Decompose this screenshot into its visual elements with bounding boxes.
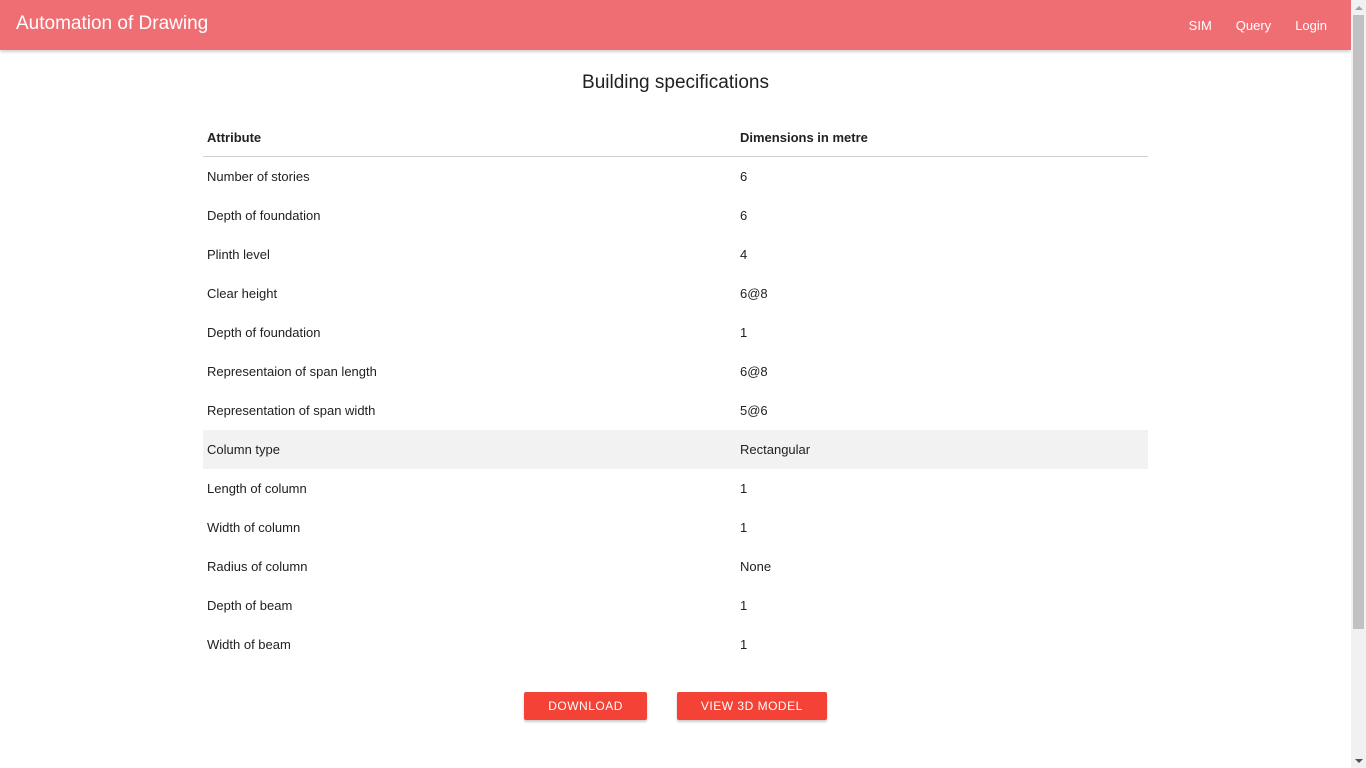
table-row: Representaion of span length 6@8 [203,352,1148,391]
dimension-cell: 5@6 [740,403,768,418]
column-header-attribute: Attribute [203,118,736,157]
table-row: Length of column 1 [203,469,1148,508]
attribute-cell: Depth of foundation [207,208,321,223]
table-row: Plinth level 4 [203,235,1148,274]
specifications-table: Attribute Dimensions in metre Number of … [203,118,1148,664]
attribute-cell: Depth of foundation [207,325,321,340]
attribute-cell: Number of stories [207,169,310,184]
attribute-cell: Width of column [207,520,301,535]
table-row: Radius of column None [203,547,1148,586]
table-body: Number of stories 6 Depth of foundation 6 Pl… [203,157,1148,665]
table-row: Width of beam 1 [203,625,1148,664]
table-header-row: Attribute Dimensions in metre [203,118,1148,157]
column-header-dimensions: Dimensions in metre [736,118,1148,157]
vertical-scrollbar[interactable] [1351,0,1366,768]
dimension-cell: None [740,559,772,574]
dimension-cell: 6@8 [740,364,768,379]
dimension-cell: 1 [740,520,748,535]
dimension-cell: Rectangular [736,430,1148,469]
table-row: Depth of foundation 1 [203,313,1148,352]
attribute-cell: Plinth level [207,247,270,262]
dimension-cell: 6@8 [740,286,768,301]
download-button[interactable]: DOWNLOAD [524,692,647,720]
scroll-up-arrow-icon[interactable] [1351,0,1366,15]
dimension-cell: 1 [740,481,748,496]
brand-logo-link[interactable]: Automation of Drawing [16,13,208,35]
page-viewport: Automation of Drawing SIM Query Login Bu… [0,0,1351,768]
nav-link-sim[interactable]: SIM [1177,18,1224,33]
table-row: Depth of beam 1 [203,586,1148,625]
nav-link-login[interactable]: Login [1283,18,1339,33]
table-row: Width of column 1 [203,508,1148,547]
attribute-cell: Width of beam [207,637,291,652]
table-row: Column type Rectangular [203,430,1148,469]
attribute-cell: Length of column [207,481,307,496]
dimension-cell: 6 [740,208,748,223]
table-row: Depth of foundation 6 [203,196,1148,235]
scrollbar-thumb[interactable] [1353,15,1364,629]
attribute-cell: Representation of span width [207,403,376,418]
view-3d-model-button[interactable]: VIEW 3D MODEL [676,692,827,720]
attribute-cell: Radius of column [207,559,308,574]
attribute-cell: Depth of beam [207,598,293,613]
top-navbar: Automation of Drawing SIM Query Login [0,0,1351,50]
page-title: Building specifications [582,72,769,93]
nav-link-query[interactable]: Query [1224,18,1283,33]
dimension-cell: 1 [740,325,748,340]
attribute-cell: Clear height [207,286,278,301]
table-row: Number of stories 6 [203,157,1148,197]
dimension-cell: 4 [740,247,748,262]
attribute-cell: Column type [203,430,736,469]
scroll-down-arrow-icon[interactable] [1351,753,1366,768]
nav-links: SIM Query Login [1177,0,1339,50]
action-buttons: DOWNLOAD VIEW 3D MODEL [0,692,1351,720]
dimension-cell: 6 [740,169,748,184]
table-row: Representation of span width 5@6 [203,391,1148,430]
dimension-cell: 1 [740,637,748,652]
table-row: Clear height 6@8 [203,274,1148,313]
attribute-cell: Representaion of span length [207,364,377,379]
dimension-cell: 1 [740,598,748,613]
